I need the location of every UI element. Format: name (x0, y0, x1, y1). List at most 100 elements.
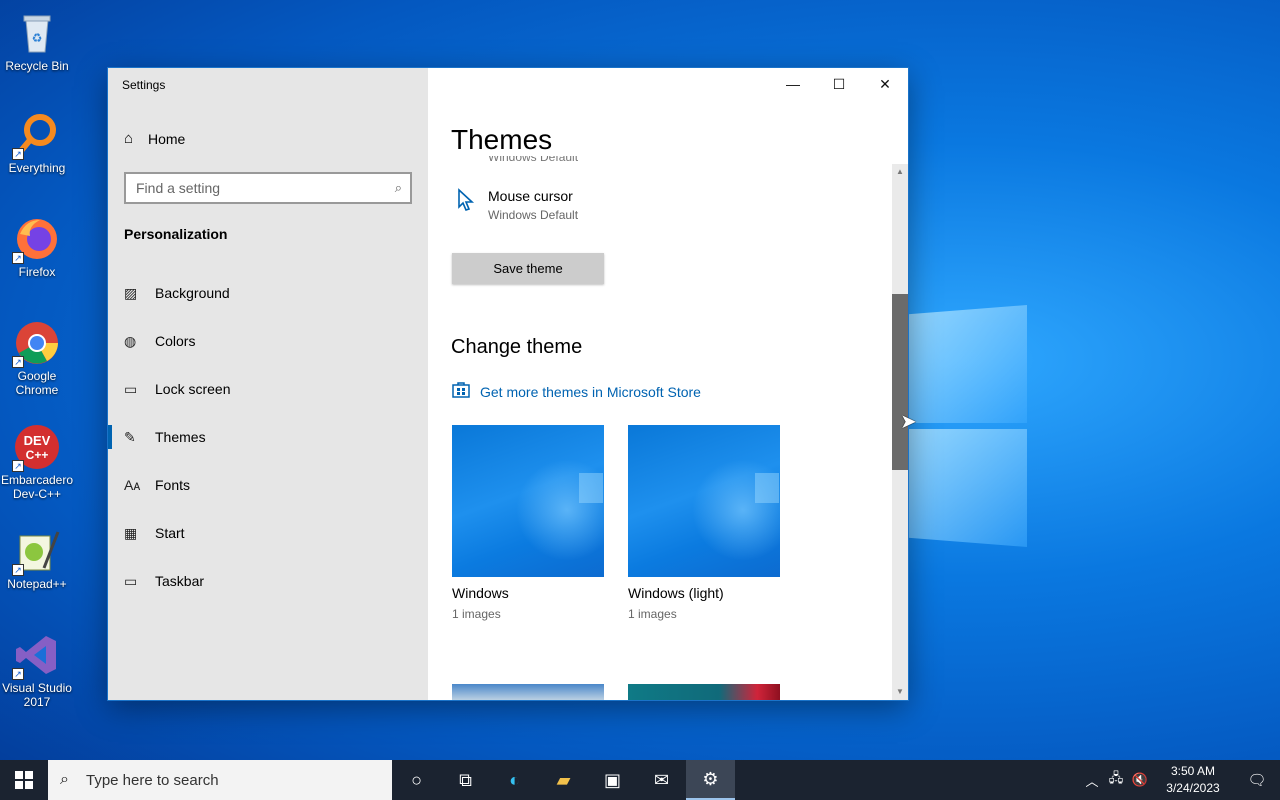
windows-logo-icon (15, 771, 33, 789)
clock[interactable]: 3:50 AM 3/24/2023 (1158, 763, 1228, 797)
store-link-text: Get more themes in Microsoft Store (480, 383, 701, 400)
svg-text:DEV: DEV (24, 433, 51, 448)
mouse-cursor-value: Windows Default (488, 208, 579, 222)
page-title: Themes (451, 124, 553, 155)
sidebar-item-label: Fonts (155, 477, 191, 493)
chrome-icon: ↗ (12, 320, 60, 368)
nav-home[interactable]: ⌂ Home (124, 130, 185, 147)
theme-card-partial-flower[interactable] (628, 684, 780, 700)
mouse-pointer-icon (456, 188, 488, 222)
scroll-up-icon[interactable]: ▲ (892, 166, 908, 178)
palette-icon: ◍ (124, 332, 137, 349)
find-setting-search: ⌕ (124, 172, 412, 204)
nav-home-label: Home (148, 130, 186, 147)
network-icon[interactable]: 🖧 (1104, 769, 1128, 791)
theme-image-count: 1 images (628, 607, 677, 621)
settings-sidebar: Settings ⌂ Home ⌕ Personalization ▨ Back… (108, 68, 428, 700)
sidebar-item-label: Start (155, 525, 185, 541)
sidebar-item-start[interactable]: ▦ Start (108, 509, 428, 557)
sidebar-item-label: Colors (155, 333, 196, 349)
desktop-icon-everything[interactable]: ↗ Everything (0, 112, 74, 175)
section-heading: Personalization (124, 226, 228, 242)
shortcut-arrow-icon: ↗ (12, 252, 24, 264)
desktop-icon-label: Notepad++ (7, 577, 67, 591)
settings-icon[interactable]: ⚙ (686, 760, 735, 800)
shortcut-arrow-icon: ↗ (12, 356, 24, 368)
recycle-bin-icon: ♻ (14, 10, 60, 56)
desktop-icon-recycle-bin[interactable]: ♻ Recycle Bin (0, 10, 74, 73)
task-view-icon[interactable]: ⧉ (441, 760, 490, 800)
shortcut-arrow-icon: ↗ (12, 460, 24, 472)
sidebar-item-themes[interactable]: ✎ Themes (108, 413, 428, 461)
theme-card-partial-sky[interactable] (452, 684, 604, 700)
theme-card-windows-light[interactable]: Windows (light) 1 images (628, 425, 780, 621)
svg-text:C++: C++ (26, 448, 49, 462)
scroll-down-icon[interactable]: ▼ (892, 686, 908, 698)
window-controls: — ☐ ✕ (770, 68, 908, 100)
clock-date: 3/24/2023 (1166, 781, 1220, 795)
save-theme-button[interactable]: Save theme (452, 253, 604, 284)
theme-name: Windows (light) (628, 585, 724, 601)
desktop-icon-label: Embarcadero Dev-C++ (0, 473, 74, 501)
cortana-icon[interactable]: ○ (392, 760, 441, 800)
search-icon: ⌕ (60, 771, 69, 788)
minimize-button[interactable]: — (770, 68, 816, 100)
taskbar-icon: ▭ (124, 572, 138, 589)
mail-icon[interactable]: ✉ (637, 760, 686, 800)
change-theme-heading: Change theme (451, 336, 583, 358)
desktop-icon-chrome[interactable]: ↗ Google Chrome (0, 320, 74, 397)
personalization-nav: ▨ Background ◍ Colors ▭ Lock screen ✎ Th… (108, 269, 428, 605)
clipped-setting-value: Windows Default (488, 156, 579, 164)
sidebar-item-colors[interactable]: ◍ Colors (108, 317, 428, 365)
settings-content: — ☐ ✕ Themes Windows Default Mouse curso… (428, 68, 908, 700)
chevron-up-icon[interactable]: ︿ (1080, 771, 1104, 790)
sidebar-item-label: Taskbar (155, 573, 205, 589)
theme-thumbnail (628, 684, 780, 700)
desktop-icon-firefox[interactable]: ↗ Firefox (0, 216, 74, 279)
mouse-cursor-label: Mouse cursor (488, 188, 573, 204)
desktop-icon-visual-studio[interactable]: ↗ Visual Studio 2017 (0, 632, 74, 709)
sidebar-item-taskbar[interactable]: ▭ Taskbar (108, 557, 428, 605)
taskbar-search-input[interactable] (86, 771, 376, 789)
sidebar-item-label: Background (155, 285, 230, 301)
window-title: Settings (122, 78, 166, 92)
desktop-icon-devcpp[interactable]: DEV C++ ↗ Embarcadero Dev-C++ (0, 424, 74, 501)
start-button[interactable] (0, 760, 48, 800)
scrollbar-thumb[interactable] (892, 294, 908, 470)
notification-icon[interactable]: 🗨 (1234, 760, 1280, 800)
file-explorer-icon[interactable]: ▰ (539, 760, 588, 800)
visual-studio-icon: ↗ (12, 632, 60, 680)
desktop-icon-label: Recycle Bin (5, 59, 69, 73)
settings-window: Settings ⌂ Home ⌕ Personalization ▨ Back… (108, 68, 908, 700)
search-icon[interactable]: ⌕ (395, 180, 402, 196)
close-button[interactable]: ✕ (862, 68, 908, 100)
desktop-icon-notepadpp[interactable]: ↗ Notepad++ (0, 528, 74, 591)
taskbar-search: ⌕ (48, 760, 392, 800)
firefox-icon: ↗ (12, 216, 60, 264)
volume-muted-icon[interactable]: 🔇 (1128, 772, 1152, 788)
notepadpp-icon: ↗ (12, 528, 60, 576)
sidebar-item-fonts[interactable]: Aᴀ Fonts (108, 461, 428, 509)
clock-time: 3:50 AM (1170, 764, 1216, 778)
lock-screen-icon: ▭ (124, 380, 138, 397)
sidebar-item-background[interactable]: ▨ Background (108, 269, 428, 317)
mouse-cursor-setting[interactable]: Mouse cursor Windows Default (456, 188, 578, 222)
desktop-icon-label: Visual Studio 2017 (2, 681, 72, 709)
store-icon[interactable]: ▣ (588, 760, 637, 800)
taskbar: ⌕ ○ ⧉ ◐ ▰ ▣ ✉ ⚙ ︿ 🖧 🔇 3:50 AM 3/24/2023 … (0, 760, 1280, 800)
home-icon: ⌂ (124, 130, 134, 147)
devcpp-icon: DEV C++ ↗ (12, 424, 60, 472)
picture-icon: ▨ (124, 284, 138, 301)
brush-icon: ✎ (124, 428, 136, 445)
theme-thumbnail (452, 684, 604, 700)
edge-icon[interactable]: ◐ (490, 760, 539, 800)
find-setting-input[interactable] (126, 174, 376, 202)
theme-thumbnail (628, 425, 780, 577)
sidebar-item-lock-screen[interactable]: ▭ Lock screen (108, 365, 428, 413)
maximize-button[interactable]: ☐ (816, 68, 862, 100)
store-themes-link[interactable]: Get more themes in Microsoft Store (452, 380, 701, 403)
sidebar-item-label: Lock screen (155, 381, 231, 397)
theme-card-windows[interactable]: Windows 1 images (452, 425, 604, 621)
desktop-icon-label: Everything (8, 161, 66, 175)
fonts-icon: Aᴀ (124, 477, 141, 493)
